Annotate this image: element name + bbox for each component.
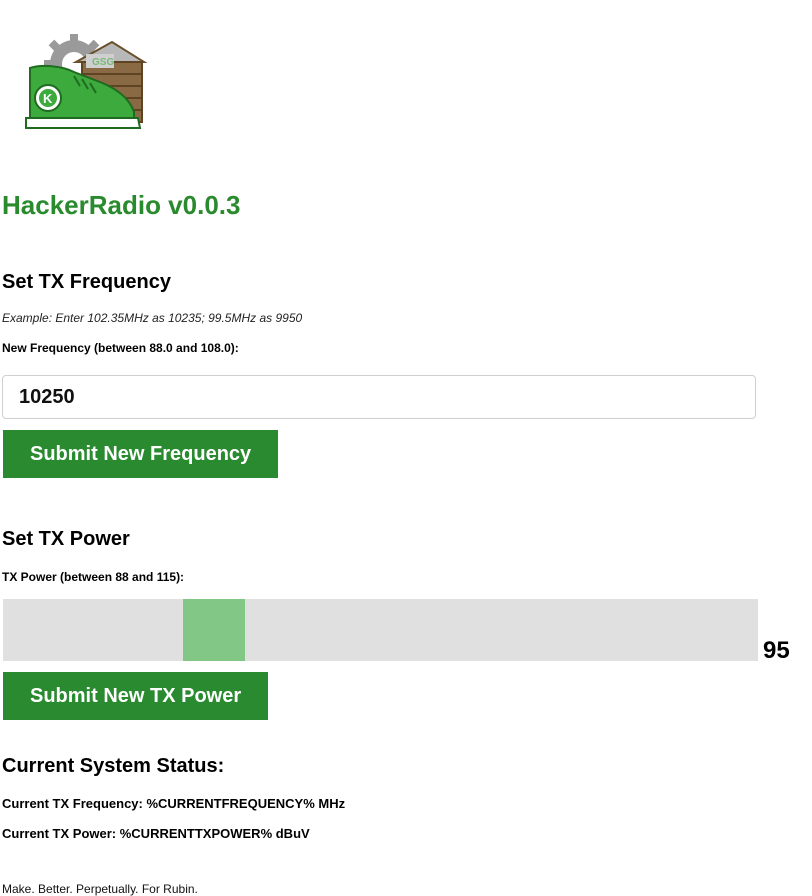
status-power-line: Current TX Power: %CURRENTTXPOWER% dBuV <box>2 826 310 841</box>
page-title: HackerRadio v0.0.3 <box>2 190 241 220</box>
submit-tx-power-button[interactable]: Submit New TX Power <box>3 672 268 720</box>
status-frequency-line: Current TX Frequency: %CURRENTFREQUENCY%… <box>2 796 346 811</box>
footer-text: Make. Better. Perpetually. For Rubin. <box>2 882 198 896</box>
tx-power-slider-thumb[interactable] <box>183 599 245 661</box>
sneaker-garage-logo-icon: GSG K <box>25 34 148 129</box>
power-label: TX Power (between 88 and 115): <box>2 570 185 584</box>
frequency-label: New Frequency (between 88.0 and 108.0): <box>2 341 239 355</box>
status-heading: Current System Status: <box>2 755 225 777</box>
svg-text:K: K <box>43 91 53 106</box>
tx-power-value: 95 <box>763 637 790 664</box>
frequency-heading: Set TX Frequency <box>2 271 171 293</box>
submit-frequency-button[interactable]: Submit New Frequency <box>3 430 278 478</box>
frequency-input[interactable] <box>2 375 756 419</box>
tx-power-slider[interactable] <box>3 599 758 661</box>
svg-text:GSG: GSG <box>92 57 114 68</box>
power-heading: Set TX Power <box>2 528 130 550</box>
gsg-logo: GSG K <box>22 28 172 168</box>
frequency-example-text: Example: Enter 102.35MHz as 10235; 99.5M… <box>2 311 303 325</box>
